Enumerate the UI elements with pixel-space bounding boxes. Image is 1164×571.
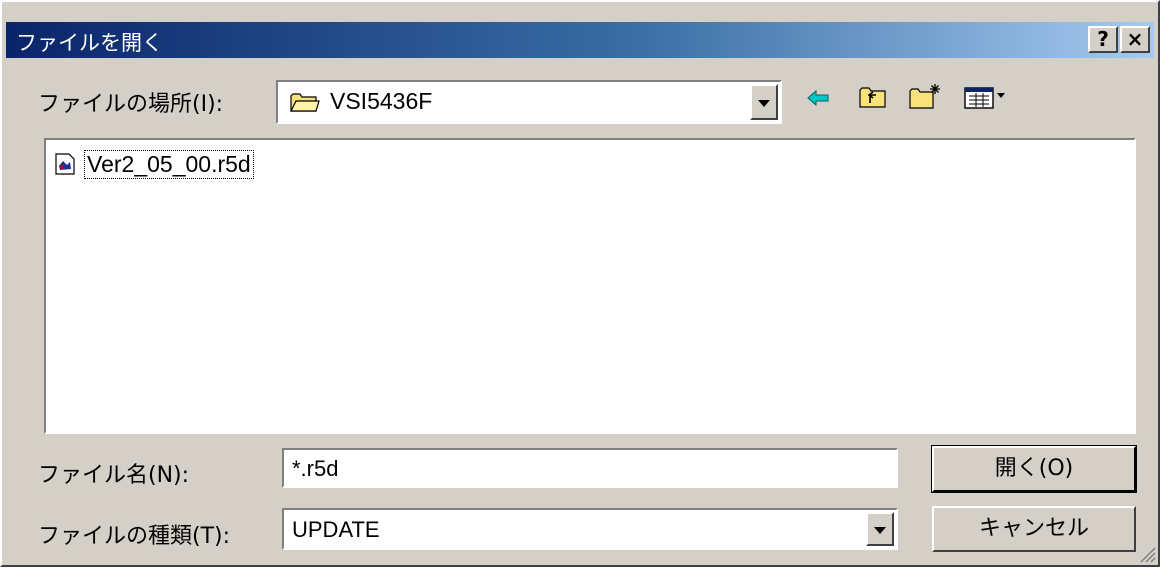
filetype-dropdown-button[interactable] [866,512,894,546]
open-button[interactable]: 開く(O) [931,445,1137,493]
filetype-label: ファイルの種類(T): [38,524,231,549]
close-button[interactable]: × [1120,26,1150,53]
filename-value: *.r5d [292,456,339,481]
filetype-combobox[interactable]: UPDATE [282,508,898,550]
location-label: ファイルの場所(I): [38,92,224,117]
location-combobox[interactable]: VSI5436F [276,80,782,124]
location-value: VSI5436F [330,88,433,114]
folder-icon [290,91,320,113]
up-folder-icon[interactable] [858,84,888,110]
location-dropdown-button[interactable] [750,84,778,120]
cancel-button[interactable]: キャンセル [932,506,1136,552]
file-name: Ver2_05_00.r5d [84,150,254,179]
resize-grip-icon[interactable] [1138,545,1156,563]
file-list[interactable]: Ver2_05_00.r5d [44,138,1136,434]
chevron-down-icon [758,100,770,107]
filename-input[interactable]: *.r5d [282,448,898,488]
help-button[interactable]: ? [1088,26,1118,53]
list-item[interactable]: Ver2_05_00.r5d [50,144,330,186]
view-menu-icon[interactable] [964,86,1008,110]
back-arrow-icon[interactable] [806,88,830,108]
new-folder-icon[interactable] [908,82,942,110]
dialog-title: ファイルを開く [16,31,163,55]
filetype-value: UPDATE [292,517,380,542]
title-bar: ファイルを開く ? × [6,22,1154,58]
filename-label: ファイル名(N): [38,463,190,488]
r5d-file-icon [54,153,76,175]
chevron-down-icon [874,527,886,534]
open-file-dialog: ファイルを開く ? × ファイルの場所(I): VSI5436F Ver2_05… [0,0,1160,567]
